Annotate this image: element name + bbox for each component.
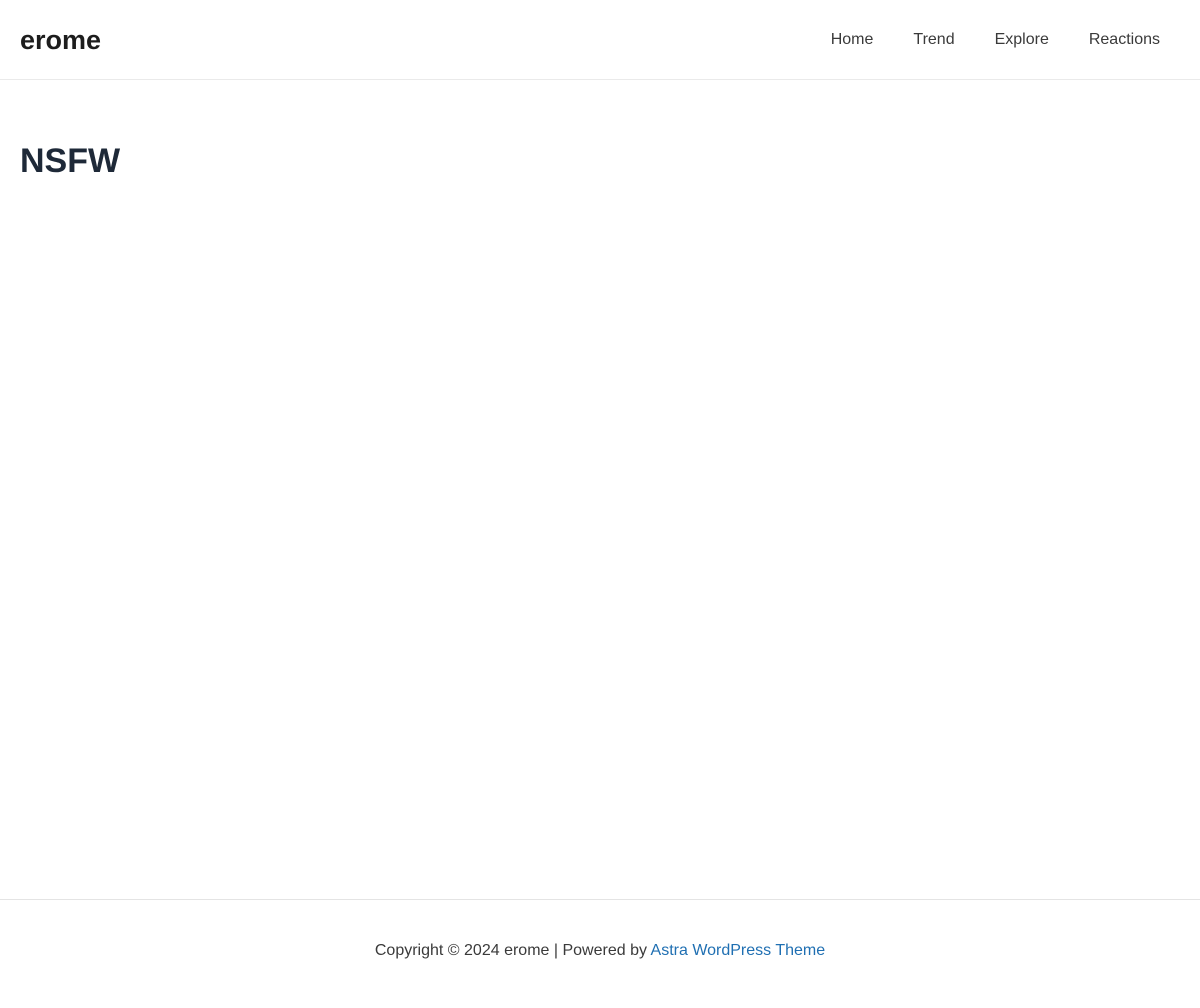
site-footer: Copyright © 2024 erome | Powered by Astr… [0, 899, 1200, 1008]
main-content: NSFW [0, 81, 1200, 899]
nav-item-trend[interactable]: Trend [893, 0, 974, 80]
copyright-text: Copyright © 2024 erome | Powered by [374, 942, 647, 959]
footer-copyright: Copyright © 2024 erome | Powered by Astr… [0, 938, 1200, 964]
page: erome Home Trend Explore Reactions NSFW … [0, 0, 1200, 1008]
nav-item-home[interactable]: Home [811, 0, 894, 80]
page-title: NSFW [20, 142, 121, 180]
main-navigation: Home Trend Explore Reactions [811, 0, 1180, 80]
site-title-link[interactable]: erome [20, 22, 101, 58]
nav-item-reactions[interactable]: Reactions [1069, 0, 1180, 80]
site-header: erome Home Trend Explore Reactions [0, 0, 1200, 80]
nav-item-explore[interactable]: Explore [975, 0, 1069, 80]
theme-credit-link[interactable]: Astra WordPress Theme [651, 942, 826, 959]
